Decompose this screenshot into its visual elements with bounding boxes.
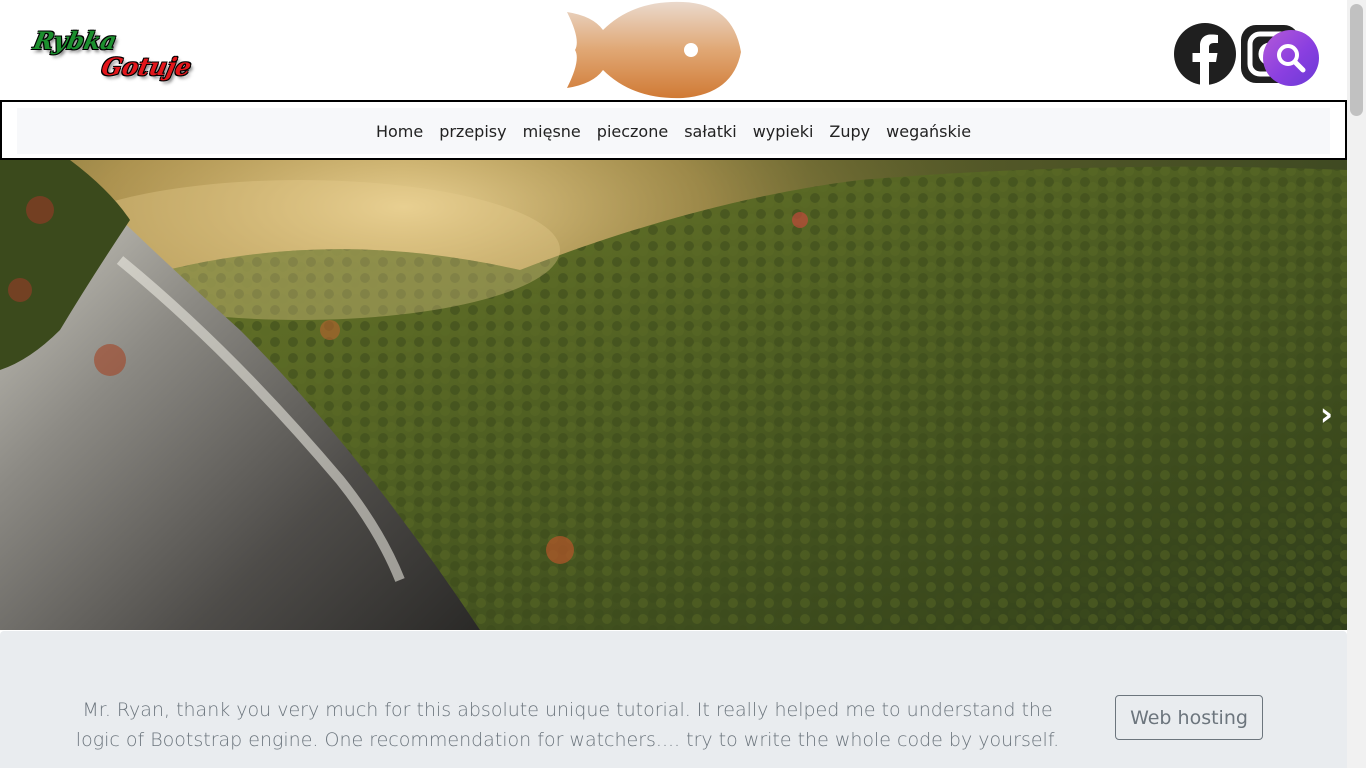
testimonial-quote: Mr. Ryan, thank you very much for this a…: [75, 699, 1060, 751]
nav-item-salatki[interactable]: sałatki: [676, 122, 744, 141]
carousel-slide-image: [0, 160, 1347, 630]
site-header: Rybka Gotuje: [0, 0, 1347, 100]
nav-item-weganskie[interactable]: wegańskie: [878, 122, 979, 141]
nav-item-przepisy[interactable]: przepisy: [431, 122, 514, 141]
facebook-icon[interactable]: [1173, 22, 1237, 86]
testimonial-section: Mr. Ryan, thank you very much for this a…: [0, 631, 1347, 768]
nav-item-home[interactable]: Home: [368, 122, 431, 141]
logo-word-1: Rybka: [30, 26, 120, 55]
carousel-next-button[interactable]: ›: [1320, 398, 1333, 430]
site-logo[interactable]: Rybka Gotuje: [28, 24, 194, 94]
nav-bar: Home przepisy mięsne pieczone sałatki wy…: [17, 108, 1330, 154]
fish-icon: [567, 1, 741, 99]
scrollbar-thumb[interactable]: [1350, 4, 1363, 116]
page-scrollbar[interactable]: [1347, 0, 1366, 768]
logo-word-2: Gotuje: [98, 52, 195, 81]
nav-item-pieczone[interactable]: pieczone: [589, 122, 676, 141]
nav-item-miesne[interactable]: mięsne: [515, 122, 589, 141]
search-icon: [1277, 44, 1306, 73]
hero-carousel: ›: [0, 160, 1347, 630]
nav-item-wypieki[interactable]: wypieki: [745, 122, 822, 141]
main-nav: Home przepisy mięsne pieczone sałatki wy…: [0, 100, 1347, 160]
search-button[interactable]: [1263, 30, 1319, 86]
web-hosting-button[interactable]: Web hosting: [1115, 695, 1263, 740]
nav-item-zupy[interactable]: Zupy: [821, 122, 878, 141]
page: Rybka Gotuje Home przepisy mięsne pieczo…: [0, 0, 1347, 768]
